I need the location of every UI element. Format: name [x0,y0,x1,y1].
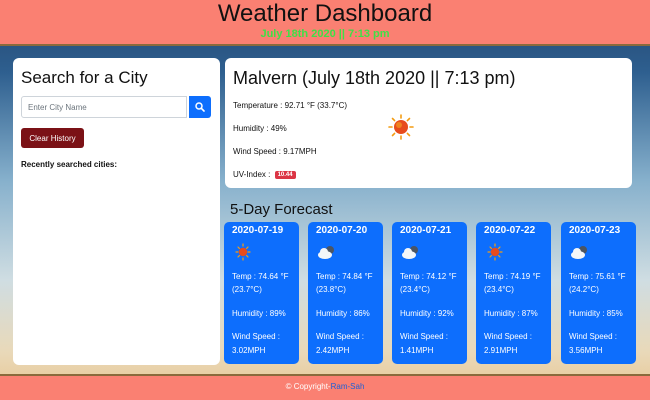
forecast-temp-f: Temp : 74.12 °F [400,272,457,281]
search-button[interactable] [189,96,211,118]
header: Weather Dashboard July 18th 2020 || 7:13… [0,0,650,46]
forecast-humidity: Humidity : 85% [569,309,623,318]
forecast-temp-c: (23.4°C) [400,285,430,294]
forecast-temp-c: (23.7°C) [232,285,262,294]
forecast-temp-c: (23.4°C) [484,285,514,294]
forecast-wind-label: Wind Speed : [569,332,618,341]
uv-index-badge: 10.44 [274,170,296,179]
current-wind-speed: Wind Speed : 9.17MPH [233,147,317,156]
current-temperature: Temperature : 92.71 °F (33.7°C) [233,101,348,110]
forecast-wind-value: 3.02MPH [232,346,266,355]
forecast-date: 2020-07-22 [484,225,536,236]
forecast-temp-f: Temp : 74.19 °F [484,272,541,281]
forecast-wind-value: 2.42MPH [316,346,350,355]
forecast-title: 5-Day Forecast [230,201,333,218]
forecast-card: 2020-07-23 Temp : 75.61 °F (24.2°C) Humi… [561,222,636,364]
forecast-date: 2020-07-21 [400,225,452,236]
page-title: Weather Dashboard [217,0,433,27]
clear-history-button[interactable]: Clear History [21,128,84,148]
search-panel: Search for a City Clear History Recently… [13,58,220,365]
forecast-card: 2020-07-22 Temp : 74.19 °F (23.4°C) Humi… [476,222,551,364]
cloud-icon [571,246,587,259]
forecast-temp-c: (24.2°C) [569,285,599,294]
forecast-wind-label: Wind Speed : [400,332,449,341]
forecast-humidity: Humidity : 86% [316,309,370,318]
forecast-card: 2020-07-19 Temp : 74.64 °F (23.7°C) Humi… [224,222,299,364]
copyright-text: © Copyright- [285,382,331,391]
forecast-wind-value: 2.91MPH [484,346,518,355]
search-title: Search for a City [21,68,148,87]
forecast-humidity: Humidity : 92% [400,309,454,318]
city-search-input[interactable] [21,96,187,118]
forecast-temp-f: Temp : 75.61 °F [569,272,626,281]
forecast-date: 2020-07-23 [569,225,621,236]
forecast-humidity: Humidity : 89% [232,309,286,318]
current-city-title: Malvern (July 18th 2020 || 7:13 pm) [233,68,516,88]
sun-icon [235,243,251,261]
forecast-wind-label: Wind Speed : [316,332,365,341]
current-weather-card: Malvern (July 18th 2020 || 7:13 pm) Temp… [225,58,632,188]
current-uv-row: UV-Index : 10.44 [233,170,296,179]
header-date: July 18th 2020 || 7:13 pm [260,28,390,40]
forecast-temp-f: Temp : 74.64 °F [232,272,289,281]
forecast-temp-f: Temp : 74.84 °F [316,272,373,281]
forecast-wind-label: Wind Speed : [232,332,281,341]
author-link[interactable]: Ram-Sah [331,382,365,391]
forecast-temp-c: (23.8°C) [316,285,346,294]
forecast-date: 2020-07-20 [316,225,368,236]
search-row [21,96,213,118]
cloud-icon [402,246,418,259]
recent-searches-label: Recently searched cities: [21,160,118,169]
search-icon [195,102,205,112]
forecast-wind-value: 3.56MPH [569,346,603,355]
footer: © Copyright-Ram-Sah [0,374,650,400]
forecast-card: 2020-07-21 Temp : 74.12 °F (23.4°C) Humi… [392,222,467,364]
forecast-card: 2020-07-20 Temp : 74.84 °F (23.8°C) Humi… [308,222,383,364]
forecast-wind-label: Wind Speed : [484,332,533,341]
forecast-wind-value: 1.41MPH [400,346,434,355]
current-humidity: Humidity : 49% [233,124,287,133]
cloud-icon [318,246,334,259]
forecast-humidity: Humidity : 87% [484,309,538,318]
forecast-date: 2020-07-19 [232,225,284,236]
sun-icon [388,114,414,140]
sun-icon [487,243,503,261]
uv-label: UV-Index : [233,170,271,179]
